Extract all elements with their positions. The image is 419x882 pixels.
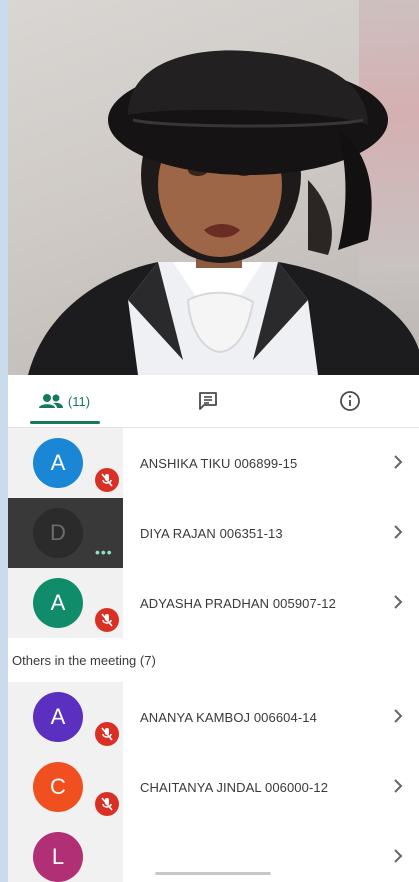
participant-name: DIYA RAJAN 006351-13 [140, 525, 283, 541]
participant-tile: A [8, 568, 123, 638]
chevron-right-icon[interactable] [393, 778, 403, 794]
participant-tile: A [8, 682, 123, 752]
active-tab-indicator [30, 421, 100, 424]
mic-off-icon [95, 792, 119, 816]
avatar: L [33, 832, 83, 882]
participant-row[interactable]: D ••• DIYA RAJAN 006351-13 [8, 498, 419, 568]
meeting-tabs: (11) [8, 375, 419, 428]
avatar: D [33, 508, 83, 558]
participant-tile: C [8, 752, 123, 822]
participant-tile: L [8, 822, 123, 882]
mic-off-icon [95, 608, 119, 632]
video-feed[interactable] [8, 0, 419, 375]
participant-row[interactable]: C CHAITANYA JINDAL 006000-12 [8, 752, 419, 822]
mic-off-icon [95, 722, 119, 746]
people-count: (11) [67, 393, 91, 409]
participant-tile: D ••• [8, 498, 123, 568]
chevron-right-icon[interactable] [393, 594, 403, 610]
participant-row[interactable]: A ADYASHA PRADHAN 005907-12 [8, 568, 419, 638]
more-options-icon[interactable]: ••• [95, 545, 113, 559]
tab-chat[interactable] [178, 375, 238, 427]
meeting-screen: (11) A ANSHIKA TIKU 006899-15 D ••• DIYA… [8, 0, 419, 882]
mic-off-icon [95, 468, 119, 492]
avatar: A [33, 578, 83, 628]
avatar: A [33, 438, 83, 488]
participant-name: CHAITANYA JINDAL 006000-12 [140, 779, 329, 795]
speaker-video [28, 50, 419, 375]
tab-info[interactable] [324, 375, 376, 427]
others-section-label: Others in the meeting (7) [8, 638, 419, 682]
participant-name: ANANYA KAMBOJ 006604-14 [140, 709, 317, 725]
avatar: C [33, 762, 83, 812]
people-icon [38, 394, 63, 408]
info-icon [340, 391, 360, 411]
participant-list: A ANSHIKA TIKU 006899-15 D ••• DIYA RAJA… [8, 428, 419, 882]
avatar: A [33, 692, 83, 742]
tab-people[interactable]: (11) [28, 375, 100, 427]
participant-row[interactable]: A ANANYA KAMBOJ 006604-14 [8, 682, 419, 752]
chat-icon [199, 392, 217, 410]
participant-row[interactable]: A ANSHIKA TIKU 006899-15 [8, 428, 419, 498]
chevron-right-icon[interactable] [393, 848, 403, 864]
chevron-right-icon[interactable] [393, 454, 403, 470]
participant-name: ANSHIKA TIKU 006899-15 [140, 455, 298, 471]
chevron-right-icon[interactable] [393, 524, 403, 540]
chevron-right-icon[interactable] [393, 708, 403, 724]
participant-tile: A [8, 428, 123, 498]
home-indicator[interactable] [155, 872, 271, 875]
participant-name: ADYASHA PRADHAN 005907-12 [140, 595, 336, 611]
